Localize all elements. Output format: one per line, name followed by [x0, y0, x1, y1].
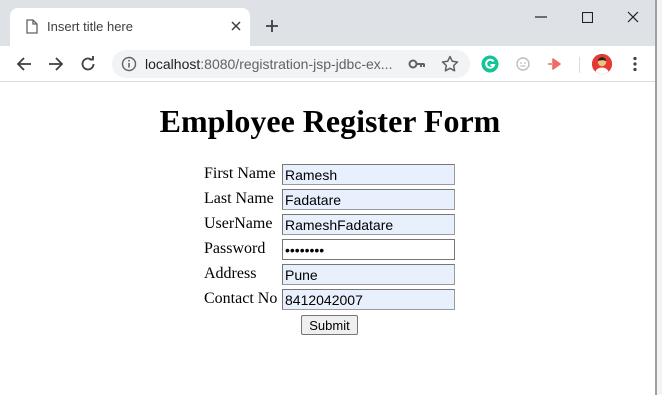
- close-tab-icon[interactable]: [228, 18, 244, 34]
- url-path: :8080/registration-jsp-jdbc-ex...: [200, 56, 393, 72]
- extension-face-icon[interactable]: [514, 55, 532, 73]
- last-name-field[interactable]: [282, 189, 455, 210]
- username-field[interactable]: [282, 214, 455, 235]
- browser-toolbar: localhost:8080/registration-jsp-jdbc-ex.…: [0, 46, 655, 82]
- tab-active[interactable]: Insert title here: [10, 8, 250, 46]
- profile-avatar[interactable]: [592, 54, 612, 74]
- browser-window: Insert title here localhost:8080/registr…: [0, 0, 656, 395]
- toolbar-separator: [579, 57, 580, 73]
- extension-arrow-icon[interactable]: [546, 55, 564, 73]
- last-name-label: Last Name: [204, 190, 274, 207]
- forward-arrow-icon[interactable]: [44, 52, 68, 76]
- grammarly-icon[interactable]: [481, 55, 499, 73]
- tab-strip: Insert title here: [0, 0, 655, 46]
- contact-no-label: Contact No: [204, 290, 278, 307]
- key-icon[interactable]: [408, 56, 426, 72]
- first-name-label: First Name: [204, 165, 276, 182]
- reload-icon[interactable]: [76, 52, 100, 76]
- contact-no-field[interactable]: [282, 289, 455, 310]
- submit-button[interactable]: Submit: [301, 315, 358, 335]
- address-label: Address: [204, 265, 257, 282]
- new-tab-icon[interactable]: [262, 16, 282, 36]
- minimize-icon[interactable]: [518, 0, 564, 34]
- background-window-edge: [656, 0, 662, 395]
- password-field[interactable]: [282, 239, 455, 260]
- url-text[interactable]: localhost:8080/registration-jsp-jdbc-ex.…: [145, 56, 407, 72]
- star-icon[interactable]: [441, 55, 459, 73]
- url-host: localhost: [145, 56, 201, 72]
- info-icon[interactable]: [121, 56, 137, 72]
- first-name-field[interactable]: [282, 164, 455, 185]
- page-title: Employee Register Form: [159, 103, 501, 139]
- back-arrow-icon[interactable]: [12, 52, 36, 76]
- maximize-icon[interactable]: [564, 0, 610, 34]
- page-content: Employee Register Form First Name Last N…: [0, 83, 655, 395]
- tab-title: Insert title here: [47, 19, 133, 34]
- menu-kebab-icon[interactable]: [626, 55, 644, 73]
- address-bar[interactable]: localhost:8080/registration-jsp-jdbc-ex.…: [112, 50, 470, 78]
- password-label: Password: [204, 240, 266, 257]
- document-icon: [26, 19, 38, 34]
- address-field[interactable]: [282, 264, 455, 285]
- username-label: UserName: [204, 215, 273, 232]
- close-window-icon[interactable]: [610, 0, 655, 34]
